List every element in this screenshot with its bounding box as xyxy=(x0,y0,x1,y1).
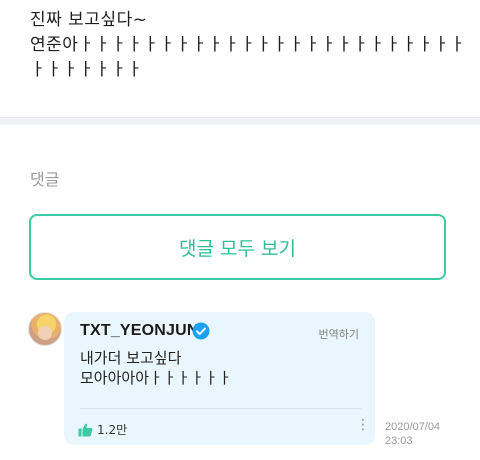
like-button[interactable]: 1.2만 xyxy=(78,421,127,438)
reply-author[interactable]: TXT_YEONJUN xyxy=(80,322,199,340)
reply-date: 2020/07/04 xyxy=(385,421,441,433)
avatar[interactable] xyxy=(28,312,62,346)
section-divider xyxy=(0,117,480,125)
reply-divider xyxy=(80,408,361,409)
reply-bubble: TXT_YEONJUN 번역하기 내가더 보고싶다 모아아아아ㅏㅏㅏㅏㅏㅏ 1.… xyxy=(64,312,375,445)
reply-text: 내가더 보고싶다 모아아아아ㅏㅏㅏㅏㅏㅏ xyxy=(80,349,232,387)
more-vertical-icon[interactable]: ⋮ xyxy=(356,418,370,432)
view-all-comments-button[interactable]: 댓글 모두 보기 xyxy=(29,214,446,280)
view-all-comments-label: 댓글 모두 보기 xyxy=(179,237,296,260)
comments-section-label: 댓글 xyxy=(30,170,60,189)
post-text: 진짜 보고싶다~ 연준아ㅏㅏㅏㅏㅏㅏㅏㅏㅏㅏㅏㅏㅏㅏㅏㅏㅏㅏㅏㅏㅏㅏㅏㅏㅏㅏㅏㅏ… xyxy=(30,10,466,80)
reply-time: 23:03 xyxy=(385,435,413,447)
avatar-face xyxy=(38,326,52,340)
like-count: 1.2만 xyxy=(97,423,128,437)
reply-timestamp: 2020/07/04 23:03 xyxy=(385,420,440,448)
translate-link[interactable]: 번역하기 xyxy=(319,326,359,342)
verified-badge-icon xyxy=(192,322,210,340)
thumbs-up-icon xyxy=(78,423,93,436)
